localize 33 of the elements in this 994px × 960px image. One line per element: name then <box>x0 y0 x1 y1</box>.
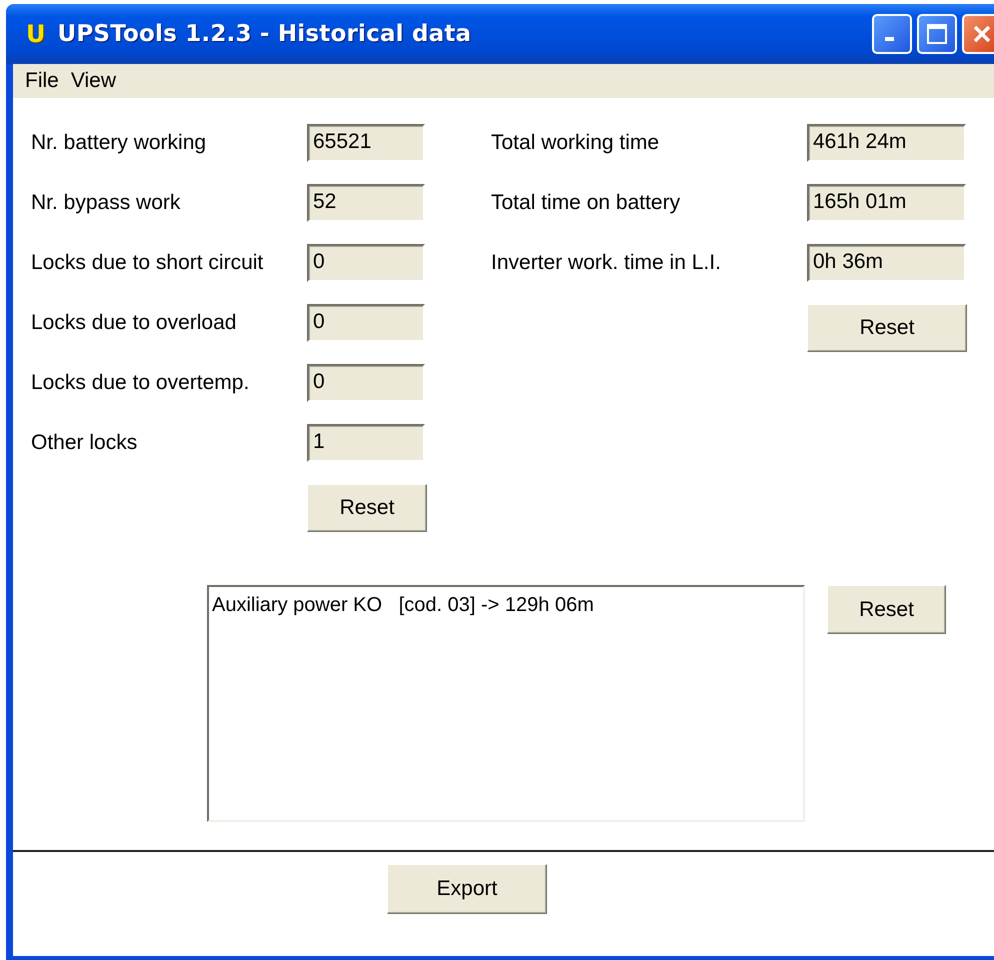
reset-button[interactable]: Reset <box>827 585 946 634</box>
field-label: Locks due to overload <box>31 310 238 336</box>
value-field: 65521 <box>307 124 425 162</box>
event-log: Auxiliary power KO [cod. 03] -> 129h 06m <box>207 585 805 822</box>
minimize-button[interactable] <box>872 14 912 54</box>
value-field: 461h 24m <box>807 124 966 162</box>
value-field: 165h 01m <box>807 184 966 222</box>
value-field: 0h 36m <box>807 244 966 282</box>
field-label: Nr. battery working <box>31 130 208 156</box>
value-field: 52 <box>307 184 425 222</box>
value-field: 1 <box>307 424 425 462</box>
export-button[interactable]: Export <box>387 864 547 914</box>
minimize-icon <box>885 37 894 41</box>
close-button[interactable] <box>962 14 994 54</box>
window-title: UPSTools 1.2.3 - Historical data <box>58 21 472 47</box>
field-label: Nr. bypass work <box>31 190 182 216</box>
field-label: Other locks <box>31 430 138 456</box>
reset-button[interactable]: Reset <box>807 304 967 352</box>
menu-item[interactable]: View <box>64 69 122 93</box>
value-field: 0 <box>307 364 425 402</box>
reset-button[interactable]: Reset <box>307 484 427 532</box>
menu-item[interactable]: File <box>19 69 65 93</box>
field-label: Total time on battery <box>491 190 682 216</box>
close-icon <box>972 24 992 44</box>
maximize-icon <box>926 23 948 45</box>
field-label: Total working time <box>491 130 660 156</box>
value-field: 0 <box>307 304 425 342</box>
field-label: Inverter work. time in L.I. <box>491 250 722 276</box>
maximize-button[interactable] <box>917 14 957 54</box>
app-logo: U <box>26 20 46 48</box>
value-field: 0 <box>307 244 425 282</box>
field-label: Locks due to overtemp. <box>31 370 250 396</box>
field-label: Locks due to short circuit <box>31 250 264 276</box>
